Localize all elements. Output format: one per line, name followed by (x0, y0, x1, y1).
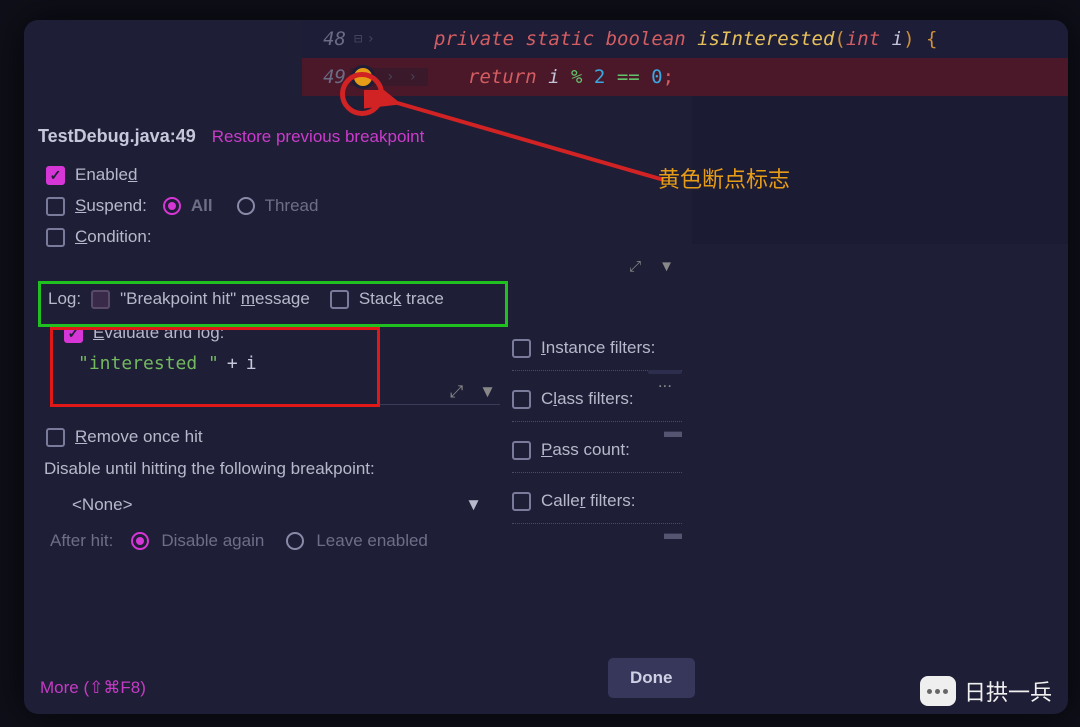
code-line-48: 48 ⊟ › private static boolean isInterest… (302, 20, 1068, 58)
suspend-label: Suspend: (75, 196, 147, 216)
class-filters-input[interactable]: ▬ (512, 421, 682, 422)
pass-count-label: Pass count: (541, 440, 630, 460)
annotation-green-box (38, 281, 508, 327)
breakpoint-header: TestDebug.java:49 Restore previous break… (38, 126, 692, 147)
code-line-49: 49 › › return i % 2 == 0; (302, 58, 1068, 96)
enabled-checkbox[interactable] (46, 166, 65, 185)
suspend-all-label: All (191, 196, 213, 216)
condition-label: Condition: (75, 227, 152, 247)
condition-checkbox[interactable] (46, 228, 65, 247)
watermark: 日拱一兵 (920, 675, 1052, 707)
breakpoint-title: TestDebug.java:49 (38, 126, 196, 147)
leave-enabled-label: Leave enabled (316, 531, 428, 551)
pass-count-row: Pass count: (512, 440, 702, 460)
expand-icon[interactable]: ⤢ (450, 382, 464, 402)
chevron-icon: › (386, 69, 394, 85)
code-text: private static boolean isInterested(int … (428, 28, 1068, 50)
gutter-icons[interactable]: ⊟ › (350, 31, 428, 47)
enabled-label: Enabled (75, 165, 137, 185)
filters-column: Instance filters: ... Class filters: ▬ P… (512, 338, 702, 542)
disable-until-select[interactable]: <None> ▼ (62, 487, 492, 523)
suspend-thread-label: Thread (265, 196, 319, 216)
disable-again-label: Disable again (161, 531, 264, 551)
ide-window: 48 ⊟ › private static boolean isInterest… (24, 20, 1068, 714)
chevron-icon: › (408, 69, 416, 85)
chat-icon (920, 676, 956, 706)
chevron-icon: › (366, 31, 374, 47)
instance-filters-label: Instance filters: (541, 338, 655, 358)
caller-filters-input[interactable]: ▬ (512, 523, 682, 524)
dropdown-icon[interactable]: ▼ (659, 258, 674, 275)
watermark-text: 日拱一兵 (964, 675, 1052, 707)
suspend-checkbox[interactable] (46, 197, 65, 216)
annotation-red-box (50, 327, 380, 407)
dropdown-icon[interactable]: ▼ (479, 382, 496, 402)
restore-link[interactable]: Restore previous breakpoint (212, 127, 425, 147)
dropdown-icon[interactable]: ▼ (465, 495, 482, 515)
disable-again-radio[interactable] (131, 532, 149, 550)
instance-filters-row: Instance filters: (512, 338, 702, 358)
remove-label: Remove once hit (75, 427, 203, 447)
code-editor[interactable]: 48 ⊟ › private static boolean isInterest… (302, 20, 1068, 96)
class-filters-row: Class filters: (512, 389, 702, 409)
none-option: <None> (72, 495, 133, 515)
annotation-text: 黄色断点标志 (658, 162, 790, 194)
expand-icon[interactable]: ⤢ (629, 258, 641, 275)
ellipsis-button[interactable]: ... (648, 370, 682, 374)
instance-filters-input[interactable]: ... (512, 370, 682, 371)
pass-count-checkbox[interactable] (512, 441, 531, 460)
enabled-row[interactable]: Enabled (46, 165, 692, 185)
caller-filters-row: Caller filters: (512, 491, 702, 511)
pass-count-input[interactable] (512, 472, 682, 473)
suspend-thread-radio[interactable] (237, 197, 255, 215)
fold-icon[interactable]: ⊟ (354, 31, 362, 47)
after-hit-label: After hit: (50, 531, 113, 551)
code-text: return i % 2 == 0; (428, 66, 1068, 88)
suspend-row: Suspend: All Thread (46, 196, 692, 216)
remove-checkbox[interactable] (46, 428, 65, 447)
class-filters-label: Class filters: (541, 389, 634, 409)
line-number: 48 (302, 28, 350, 50)
condition-expand: ⤢ ▼ (38, 258, 692, 275)
leave-enabled-radio[interactable] (286, 532, 304, 550)
done-button[interactable]: Done (608, 658, 695, 698)
more-link[interactable]: More (⇧⌘F8) (40, 678, 146, 698)
class-filters-checkbox[interactable] (512, 390, 531, 409)
caller-filters-checkbox[interactable] (512, 492, 531, 511)
condition-row: Condition: (46, 227, 692, 247)
instance-filters-checkbox[interactable] (512, 339, 531, 358)
suspend-all-radio[interactable] (163, 197, 181, 215)
annotation-circle (340, 72, 384, 116)
caller-filters-label: Caller filters: (541, 491, 635, 511)
